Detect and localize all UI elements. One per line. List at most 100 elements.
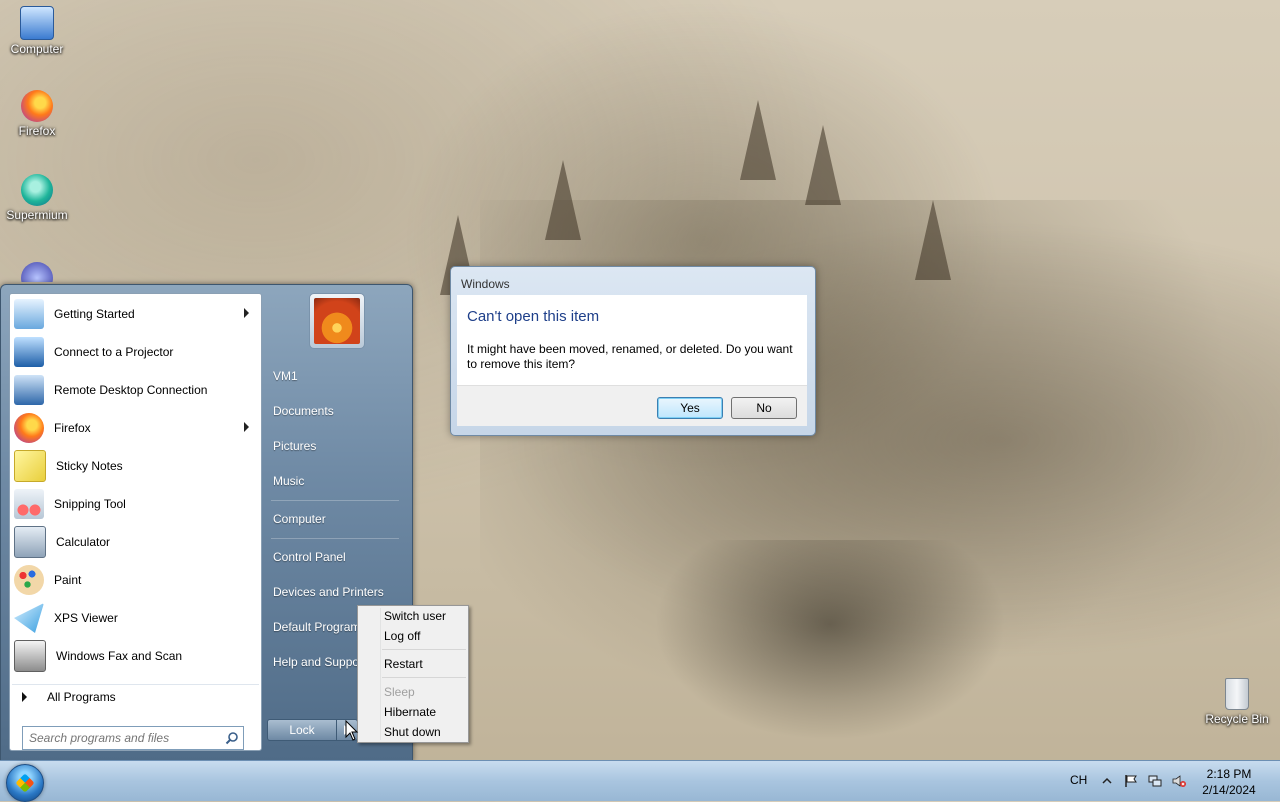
start-button[interactable] (6, 764, 44, 802)
taskbar: CH 2:18 PM 2/14/2024 (0, 760, 1280, 802)
desktop-icon-label: Recycle Bin (1205, 712, 1269, 726)
remote-desktop-icon (14, 375, 44, 405)
program-label: Getting Started (54, 307, 135, 321)
language-indicator[interactable]: CH (1070, 773, 1087, 787)
wallpaper-tree (545, 160, 581, 240)
projector-icon (14, 337, 44, 367)
desktop-icon-firefox[interactable]: Firefox (1, 90, 73, 138)
cant-open-dialog: Windows Can't open this item It might ha… (450, 266, 816, 436)
menu-item-shut-down[interactable]: Shut down (384, 723, 441, 741)
scissors-icon (14, 489, 44, 519)
menu-item-sleep: Sleep (384, 685, 415, 699)
start-link-help-support[interactable]: Help and Support (273, 647, 357, 677)
program-label: Remote Desktop Connection (54, 383, 208, 397)
power-options-menu: Switch user Log off Restart Sleep Hibern… (357, 605, 469, 743)
wallpaper-tree (915, 200, 951, 280)
menu-separator (382, 677, 466, 678)
program-label: Paint (54, 573, 82, 587)
show-hidden-icons-icon[interactable] (1100, 774, 1114, 788)
action-center-flag-icon[interactable] (1124, 774, 1138, 788)
program-firefox[interactable]: Firefox (12, 410, 259, 446)
dialog-heading: Can't open this item (467, 308, 600, 325)
wallpaper-tree (805, 125, 841, 205)
system-clock[interactable]: 2:18 PM 2/14/2024 (1196, 766, 1262, 798)
yes-button[interactable]: Yes (657, 397, 723, 419)
start-menu-separator (271, 500, 399, 501)
dialog-body: Can't open this item It might have been … (457, 295, 807, 385)
desktop-icon-label: Supermium (6, 208, 68, 222)
supermium-icon (21, 174, 53, 206)
program-label: Firefox (54, 421, 91, 435)
dialog-title: Windows (461, 277, 510, 291)
program-connect-projector[interactable]: Connect to a Projector (12, 334, 259, 370)
xps-viewer-icon (14, 603, 44, 633)
firefox-icon (21, 90, 53, 122)
mouse-cursor-icon (345, 720, 359, 741)
computer-icon (20, 6, 54, 40)
fax-scanner-icon (14, 640, 46, 672)
start-link-user[interactable]: VM1 (273, 361, 403, 391)
recycle-bin-icon (1225, 678, 1249, 710)
program-label: Sticky Notes (56, 459, 123, 473)
desktop-icon-label: Firefox (18, 124, 56, 138)
program-snipping-tool[interactable]: Snipping Tool (12, 486, 259, 522)
program-label: Windows Fax and Scan (56, 649, 183, 663)
start-link-devices-printers[interactable]: Devices and Printers (273, 577, 403, 607)
program-label: Connect to a Projector (54, 345, 174, 359)
program-calculator[interactable]: Calculator (12, 524, 259, 560)
start-link-music[interactable]: Music (273, 466, 403, 496)
submenu-arrow-icon (244, 422, 249, 432)
all-programs-label: All Programs (47, 690, 116, 704)
program-label: Calculator (56, 535, 111, 549)
start-link-pictures[interactable]: Pictures (273, 431, 403, 461)
app-icon (21, 262, 53, 282)
flower-picture-icon (314, 298, 360, 344)
clock-time: 2:18 PM (1206, 767, 1252, 781)
search-input[interactable] (23, 730, 225, 746)
search-icon (225, 732, 238, 745)
desktop-icon-label: Computer (10, 42, 64, 56)
start-link-default-programs[interactable]: Default Programs (273, 612, 357, 642)
calculator-icon (14, 526, 46, 558)
start-link-computer[interactable]: Computer (273, 504, 403, 534)
menu-item-hibernate[interactable]: Hibernate (384, 703, 436, 721)
program-getting-started[interactable]: Getting Started (12, 296, 259, 332)
firefox-icon (14, 413, 44, 443)
menu-item-switch-user[interactable]: Switch user (384, 607, 446, 625)
submenu-arrow-icon (244, 308, 249, 318)
desktop-icon-supermium[interactable]: Supermium (1, 174, 73, 222)
dialog-footer: Yes No (457, 385, 807, 426)
no-button[interactable]: No (731, 397, 797, 419)
wallpaper-tree (740, 100, 776, 180)
program-sticky-notes[interactable]: Sticky Notes (12, 448, 259, 484)
program-xps-viewer[interactable]: XPS Viewer (12, 600, 259, 636)
all-programs-button[interactable]: All Programs (12, 684, 259, 709)
start-menu: Getting Started Connect to a Projector R… (0, 284, 413, 762)
search-box[interactable] (22, 726, 244, 750)
menu-item-restart[interactable]: Restart (384, 655, 423, 673)
menu-item-log-off[interactable]: Log off (384, 627, 420, 645)
desktop-icon-computer[interactable]: Computer (1, 6, 73, 56)
program-label: Snipping Tool (54, 497, 126, 511)
program-fax-scan[interactable]: Windows Fax and Scan (12, 638, 259, 674)
lock-button[interactable]: Lock (267, 719, 337, 741)
start-menu-separator (271, 538, 399, 539)
user-avatar[interactable] (309, 293, 365, 349)
menu-separator (382, 649, 466, 650)
windows-logo-icon (15, 773, 35, 793)
program-remote-desktop[interactable]: Remote Desktop Connection (12, 372, 259, 408)
start-link-control-panel[interactable]: Control Panel (273, 542, 403, 572)
desktop-icon-partial[interactable] (1, 262, 73, 282)
sticky-notes-icon (14, 450, 46, 482)
program-label: XPS Viewer (54, 611, 118, 625)
start-link-documents[interactable]: Documents (273, 396, 403, 426)
clock-date: 2/14/2024 (1202, 783, 1256, 797)
desktop-icon-recycle-bin[interactable]: Recycle Bin (1201, 678, 1273, 726)
dialog-message: It might have been moved, renamed, or de… (467, 342, 793, 371)
volume-muted-icon[interactable] (1172, 774, 1186, 788)
wallpaper-pine (640, 540, 1020, 750)
network-icon[interactable] (1148, 774, 1162, 788)
expand-arrow-icon (22, 692, 27, 702)
start-menu-programs-pane: Getting Started Connect to a Projector R… (9, 293, 262, 751)
program-paint[interactable]: Paint (12, 562, 259, 598)
